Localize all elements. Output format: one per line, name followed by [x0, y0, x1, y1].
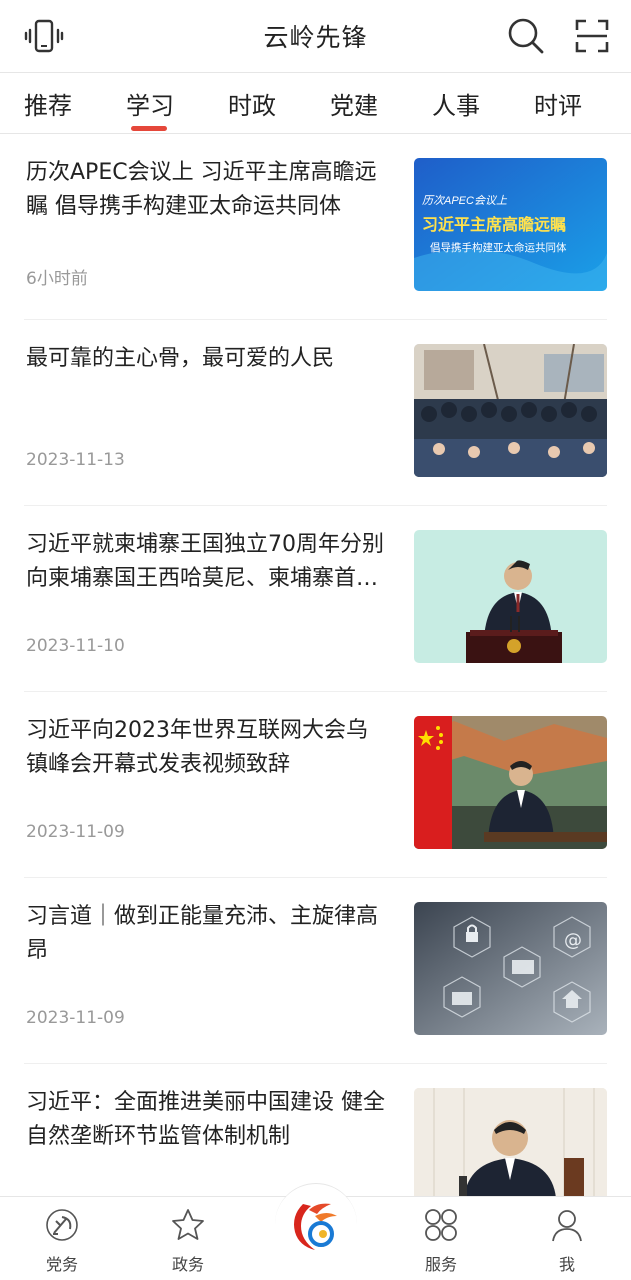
thumb-line-2: 习近平主席高瞻远瞩	[422, 215, 566, 234]
tab-party-building[interactable]: 党建	[309, 86, 399, 121]
article-time: 2023-11-13	[26, 450, 125, 470]
tab-study[interactable]: 学习	[105, 86, 195, 121]
article-time: 2023-11-09	[26, 822, 125, 842]
thumb-line-1: 历次APEC会议上	[422, 194, 508, 207]
tab-personnel[interactable]: 人事	[411, 86, 501, 121]
article-time: 6小时前	[26, 269, 88, 289]
svg-text:@: @	[564, 930, 582, 951]
nav-label: 我	[558, 1255, 575, 1274]
list-item[interactable]: 习近平向2023年世界互联网大会乌镇峰会开幕式发表视频致辞 2023-11-09	[24, 692, 607, 878]
star-icon	[172, 1209, 204, 1240]
party-emblem-icon	[46, 1209, 78, 1241]
article-title: 习近平就柬埔寨王国独立70周年分别向柬埔寨国王西哈莫尼、柬埔寨首相洪玛奈致贺电	[26, 532, 384, 591]
nav-label: 政务	[171, 1255, 204, 1274]
article-thumbnail	[414, 344, 607, 477]
nav-label: 服务	[424, 1255, 457, 1274]
thumb-line-3: 倡导携手构建亚太命运共同体	[430, 241, 567, 254]
list-item[interactable]: 历次APEC会议上 习近平主席高瞻远瞩 倡导携手构建亚太命运共同体 6小时前 历…	[24, 134, 607, 320]
tab-commentary[interactable]: 时评	[513, 86, 603, 121]
search-icon[interactable]	[506, 16, 546, 56]
nav-services[interactable]: 服务	[401, 1207, 481, 1275]
app-logo-icon	[294, 1203, 337, 1250]
article-title: 习言道｜做到正能量充沛、主旋律高昂	[26, 904, 379, 963]
article-list: 历次APEC会议上 习近平主席高瞻远瞩 倡导携手构建亚太命运共同体 6小时前 历…	[0, 134, 631, 1250]
user-icon	[552, 1210, 582, 1242]
article-thumbnail	[414, 716, 607, 849]
nav-label: 党务	[45, 1255, 78, 1274]
nav-party-affairs[interactable]: 党务	[22, 1207, 102, 1275]
tab-recommend[interactable]: 推荐	[3, 86, 93, 121]
article-time: 2023-11-09	[26, 1008, 125, 1028]
nav-home-logo[interactable]	[275, 1183, 357, 1265]
list-item[interactable]: 习近平就柬埔寨王国独立70周年分别向柬埔寨国王西哈莫尼、柬埔寨首相洪玛奈致贺电 …	[24, 506, 607, 692]
category-tabs: 推荐 学习 时政 党建 人事 时评	[0, 72, 631, 134]
article-thumbnail	[414, 1088, 607, 1198]
active-tab-indicator	[131, 126, 167, 131]
article-title: 历次APEC会议上 习近平主席高瞻远瞩 倡导携手构建亚太命运共同体	[26, 160, 377, 219]
app-header: 云岭先锋	[0, 0, 631, 72]
article-time: 2023-11-10	[26, 636, 125, 656]
list-item[interactable]: 习言道｜做到正能量充沛、主旋律高昂 2023-11-09 @	[24, 878, 607, 1064]
article-title: 最可靠的主心骨，最可爱的人民	[26, 346, 335, 371]
article-title: 习近平向2023年世界互联网大会乌镇峰会开幕式发表视频致辞	[26, 718, 368, 777]
bottom-nav: 党务 政务 服务 我	[0, 1183, 631, 1280]
article-thumbnail: 历次APEC会议上 习近平主席高瞻远瞩 倡导携手构建亚太命运共同体	[414, 158, 607, 291]
article-thumbnail: @	[414, 902, 607, 1035]
scan-icon[interactable]	[572, 16, 612, 56]
article-title: 习近平：全面推进美丽中国建设 健全自然垄断环节监管体制机制	[26, 1090, 385, 1149]
nav-government-affairs[interactable]: 政务	[148, 1207, 228, 1275]
tab-politics[interactable]: 时政	[207, 86, 297, 121]
article-thumbnail	[414, 530, 607, 663]
grid-icon	[425, 1209, 457, 1241]
list-item[interactable]: 最可靠的主心骨，最可爱的人民 2023-11-13	[24, 320, 607, 506]
nav-me[interactable]: 我	[527, 1207, 607, 1275]
